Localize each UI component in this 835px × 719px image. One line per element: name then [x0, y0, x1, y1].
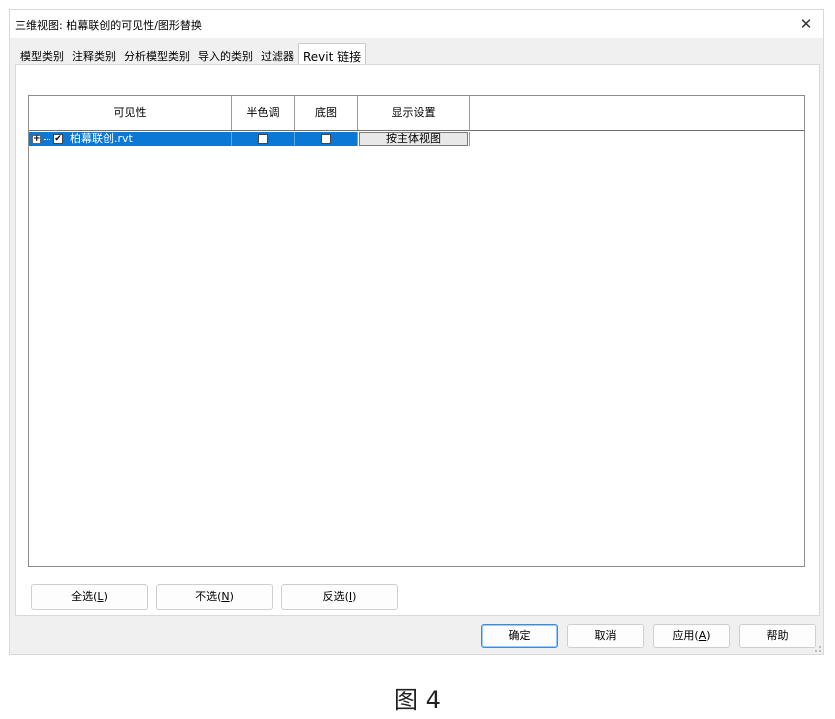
window-title: 三维视图: 柏幕联创的可见性/图形替换 [15, 19, 202, 32]
links-grid: 可见性 半色调 底图 显示设置 + ✔ 柏幕联创.rvt 按主体视图 [28, 95, 805, 567]
select-all-label-end: ) [103, 590, 108, 603]
apply-button[interactable]: 应用(A) [653, 624, 730, 648]
tab-annotation-categories[interactable]: 注释类别 [68, 45, 120, 64]
column-header-display-settings[interactable]: 显示设置 [358, 96, 470, 130]
tab-panel: 可见性 半色调 底图 显示设置 + ✔ 柏幕联创.rvt 按主体视图 全选(L)… [15, 64, 820, 616]
column-header-halftone[interactable]: 半色调 [232, 96, 295, 130]
title-bar: 三维视图: 柏幕联创的可见性/图形替换 ✕ [10, 10, 823, 38]
visibility-graphics-dialog: 三维视图: 柏幕联创的可见性/图形替换 ✕ 模型类别 注释类别 分析模型类别 导… [9, 9, 824, 655]
select-none-label: 不选( [195, 590, 222, 603]
figure-caption: 图 4 [394, 686, 441, 714]
display-settings-button[interactable]: 按主体视图 [359, 132, 468, 146]
invert-label-end: ) [352, 590, 357, 603]
tab-strip: 模型类别 注释类别 分析模型类别 导入的类别 过滤器 Revit 链接 [16, 43, 367, 65]
apply-label-end: ) [706, 629, 711, 642]
select-all-label: 全选( [71, 590, 98, 603]
tab-filters[interactable]: 过滤器 [257, 45, 298, 64]
invert-selection-button[interactable]: 反选(I) [281, 584, 398, 610]
visibility-cell: + ✔ 柏幕联创.rvt [29, 132, 232, 146]
tab-revit-links[interactable]: Revit 链接 [298, 43, 367, 65]
resize-grip[interactable] [815, 646, 821, 652]
select-none-accel: N [221, 590, 230, 603]
link-name: 柏幕联创.rvt [70, 132, 133, 145]
column-header-visibility[interactable]: 可见性 [29, 96, 232, 130]
invert-label: 反选( [322, 590, 349, 603]
help-button[interactable]: 帮助 [739, 624, 816, 648]
tab-analytical-model-categories[interactable]: 分析模型类别 [120, 45, 194, 64]
tree-line [44, 138, 50, 140]
select-all-button[interactable]: 全选(L) [31, 584, 148, 610]
ok-button[interactable]: 确定 [481, 624, 558, 648]
halftone-cell [232, 132, 295, 146]
tab-imported-categories[interactable]: 导入的类别 [194, 45, 257, 64]
grid-header: 可见性 半色调 底图 显示设置 [29, 96, 804, 131]
table-row[interactable]: + ✔ 柏幕联创.rvt 按主体视图 [29, 132, 470, 146]
select-none-label-end: ) [229, 590, 234, 603]
underlay-cell [295, 132, 358, 146]
display-settings-cell: 按主体视图 [358, 132, 470, 146]
cancel-button[interactable]: 取消 [567, 624, 644, 648]
underlay-checkbox[interactable] [321, 134, 331, 144]
expand-plus-icon[interactable]: + [32, 134, 41, 144]
tab-model-categories[interactable]: 模型类别 [16, 45, 68, 64]
close-icon[interactable]: ✕ [795, 13, 817, 35]
column-header-underlay[interactable]: 底图 [295, 96, 358, 130]
halftone-checkbox[interactable] [258, 134, 268, 144]
select-none-button[interactable]: 不选(N) [156, 584, 273, 610]
visible-checkbox[interactable]: ✔ [53, 134, 63, 144]
apply-label: 应用( [672, 629, 699, 642]
